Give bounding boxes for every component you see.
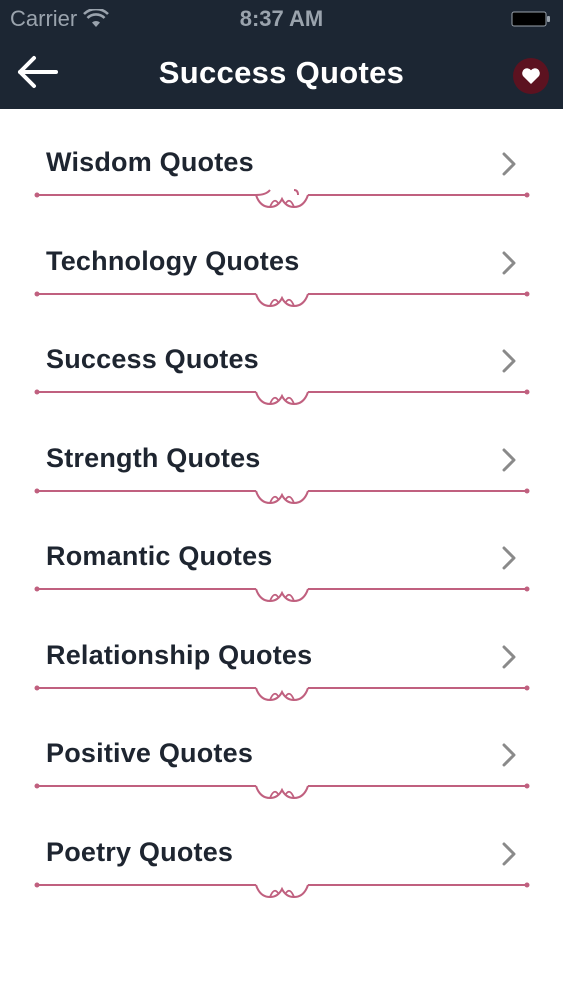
chevron-right-icon (502, 448, 516, 471)
list-item-label: Relationship Quotes (46, 639, 313, 670)
chevron-right-icon (502, 842, 516, 865)
ornamental-divider (34, 488, 530, 504)
chevron-right-icon (502, 546, 516, 570)
navigation-bar: Success Quotes (0, 38, 563, 109)
chevron-right-icon (502, 349, 516, 373)
favorites-button[interactable] (513, 58, 549, 94)
status-time: 8:37 AM (239, 6, 324, 31)
list-item-label: Poetry Quotes (46, 836, 234, 867)
top-bar: Carrier 8:37 AM Success Quotes (0, 0, 563, 109)
ornamental-divider (34, 882, 530, 898)
page-title: Success Quotes (158, 55, 405, 90)
chevron-right-icon (502, 743, 516, 767)
list-item-positive-quotes[interactable]: Positive Quotes (0, 700, 563, 800)
ornamental-divider (34, 189, 530, 209)
list-item-wisdom-quotes[interactable]: Wisdom Quotes (0, 109, 563, 209)
status-bar: Carrier 8:37 AM (0, 0, 563, 38)
list-item-label: Success Quotes (46, 344, 259, 374)
list-item-label: Romantic Quotes (46, 541, 273, 571)
list-item-relationship-quotes[interactable]: Relationship Quotes (0, 602, 563, 701)
ornamental-divider (34, 586, 530, 603)
list-item-poetry-quotes[interactable]: Poetry Quotes (0, 799, 563, 898)
ornamental-divider (34, 783, 530, 800)
battery-icon (511, 11, 550, 27)
list-item-romantic-quotes[interactable]: Romantic Quotes (0, 503, 563, 603)
chevron-right-icon (502, 645, 516, 668)
heart-icon (522, 68, 540, 84)
chevron-right-icon (502, 251, 516, 274)
list-item-strength-quotes[interactable]: Strength Quotes (0, 405, 563, 504)
list-item-success-quotes[interactable]: Success Quotes (0, 306, 563, 406)
list-item-label: Wisdom Quotes (46, 147, 254, 177)
list-item-label: Positive Quotes (46, 738, 254, 768)
list-item-label: Strength Quotes (46, 442, 261, 473)
ornamental-divider (34, 685, 530, 701)
ornamental-divider (34, 389, 530, 406)
ornamental-divider (34, 291, 530, 307)
category-list: Wisdom Quotes Technology Quotes Success … (0, 109, 563, 898)
list-item-technology-quotes[interactable]: Technology Quotes (0, 208, 563, 307)
chevron-right-icon (502, 152, 516, 176)
list-item-label: Technology Quotes (46, 245, 300, 276)
